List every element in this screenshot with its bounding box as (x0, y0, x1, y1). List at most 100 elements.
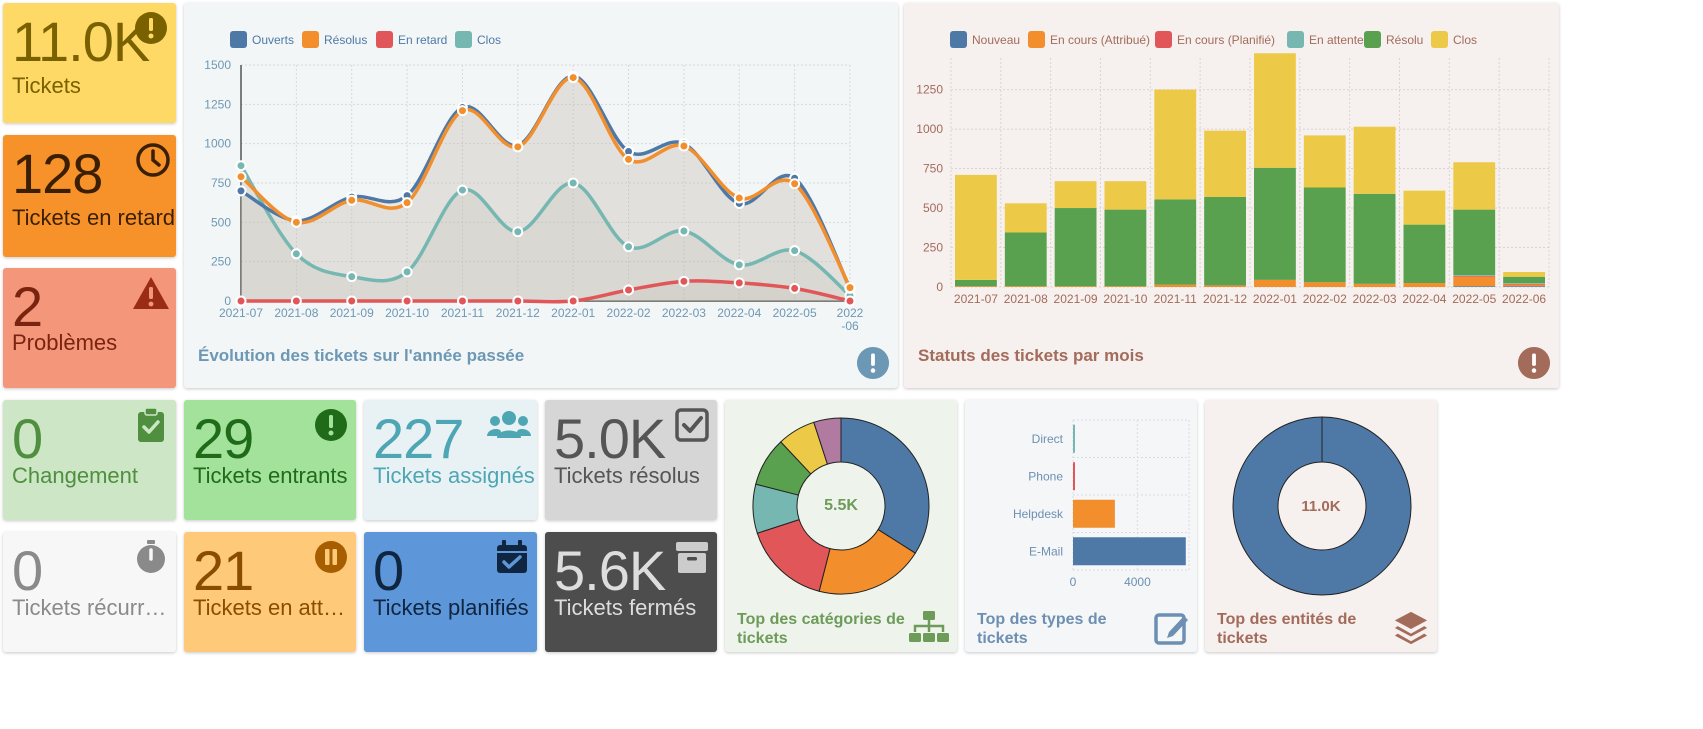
x-tick-label: 2022-02 (1303, 292, 1347, 306)
bar-segment (1303, 187, 1346, 283)
bar-segment (1453, 275, 1496, 277)
data-point (733, 277, 745, 289)
y-tick-label: 1000 (916, 122, 943, 136)
y-tick-label: 1250 (916, 83, 943, 97)
exclamation-circle-icon[interactable] (1517, 346, 1551, 380)
data-point (678, 275, 690, 287)
bar-segment (1104, 181, 1147, 210)
kpi-card-planned-tickets[interactable]: 0 Tickets planifiés (364, 532, 537, 652)
kpi-card-late-tickets[interactable]: 128 Tickets en retard (3, 135, 176, 257)
bar-segment (1403, 283, 1446, 287)
bar-segment (1204, 196, 1246, 286)
line-chart-plot: 02505007501000125015002021-07 2021-08 2021… (204, 58, 863, 333)
sitemap-icon[interactable] (909, 610, 949, 646)
kpi-value: 0 (12, 407, 43, 470)
chart-title: Évolution des tickets sur l'année passée (198, 346, 525, 365)
data-point (401, 295, 413, 307)
kpi-value: 11.0K (12, 10, 150, 73)
bar-segment (1054, 286, 1097, 287)
kpi-value: 21 (193, 539, 254, 602)
bar-segment (1154, 284, 1197, 287)
kpi-value: 5.0K (554, 407, 666, 470)
kpi-card-assigned-tickets[interactable]: 227 Tickets assignés (364, 400, 537, 520)
bar-segment (955, 174, 997, 280)
top-categories-card: 5.5K Top des catégories de tickets (725, 400, 957, 652)
bar-segment (1453, 162, 1496, 210)
bar-segment (1004, 203, 1047, 233)
data-point (290, 248, 302, 260)
bar-segment (1503, 276, 1545, 284)
chart-title: Top des types de tickets (977, 611, 1107, 647)
bar-segment (1353, 193, 1396, 284)
kpi-label: Tickets résolus (554, 463, 700, 488)
clipboard-check-icon (138, 407, 164, 442)
bar-segment (1054, 181, 1097, 209)
kpi-card-recurrent-tickets[interactable]: 0 Tickets récurre… (3, 532, 176, 652)
data-point (346, 295, 358, 307)
kpi-card-tickets[interactable]: 11.0K Tickets (3, 3, 176, 123)
donut-center-value: 11.0K (1301, 498, 1341, 515)
clock-icon (136, 143, 170, 177)
data-point (456, 105, 468, 117)
bar-segment (1104, 286, 1147, 287)
data-point (623, 153, 635, 165)
y-tick-label: E-Mail (1029, 544, 1063, 558)
data-point (235, 160, 247, 172)
bar-segment (1453, 209, 1496, 276)
bar-segment (1054, 208, 1097, 287)
kpi-label: Tickets en retard (12, 205, 176, 230)
archive-icon (676, 542, 708, 573)
bar-segment (1303, 135, 1346, 188)
tickets-evolution-chart: Ouverts Résolus En retard Clos 0 250 500 75… (184, 3, 898, 388)
data-point (789, 245, 801, 257)
data-point (678, 225, 690, 237)
kpi-card-changes[interactable]: 0 Changement (3, 400, 176, 520)
kpi-label: Tickets planifiés (373, 595, 529, 620)
kpi-card-pending-tickets[interactable]: 21 Tickets en atte… (184, 532, 356, 652)
data-point (567, 295, 579, 307)
bar-segment (1453, 275, 1496, 276)
y-tick-label: 1500 (204, 58, 231, 72)
kpi-card-solved-tickets[interactable]: 5.0K Tickets résolus (545, 400, 717, 520)
data-point (567, 177, 579, 189)
data-point (678, 140, 690, 152)
x-tick-label: 2021-09 (330, 306, 374, 320)
kpi-value: 227 (373, 407, 464, 470)
data-point (346, 271, 358, 283)
x-tick-label: 2022-02 (607, 306, 651, 320)
data-point (623, 241, 635, 253)
kpi-label: Tickets fermés (554, 595, 697, 620)
bar-segment (1254, 279, 1296, 287)
x-tick-label: 2021-12 (1203, 292, 1247, 306)
bar-segment (1303, 282, 1346, 287)
bar-segment (1004, 232, 1047, 287)
kpi-label: Problèmes (12, 330, 118, 355)
bar (1073, 424, 1075, 453)
y-tick-label: 1000 (204, 137, 231, 151)
data-point (733, 192, 745, 204)
data-point (623, 284, 635, 296)
kpi-card-closed-tickets[interactable]: 5.6K Tickets fermés (545, 532, 717, 652)
kpi-label: Tickets en atte… (193, 595, 355, 620)
y-tick-label: Phone (1028, 469, 1063, 483)
exclamation-circle-icon[interactable] (856, 346, 890, 380)
bar (1073, 499, 1115, 528)
tickets-status-chart: Nouveau En cours (Attribué) En cours (Pl… (904, 3, 1559, 388)
bar-segment (1353, 283, 1396, 287)
bar-segment (1254, 53, 1296, 168)
exclamation-circle-icon (135, 12, 167, 44)
bar-segment (955, 286, 997, 287)
kpi-card-incoming-tickets[interactable]: 29 Tickets entrants (184, 400, 356, 520)
edit-icon[interactable] (1153, 608, 1191, 646)
kpi-value: 128 (12, 142, 103, 205)
layers-icon[interactable] (1393, 610, 1429, 646)
kpi-value: 5.6K (554, 539, 666, 602)
bar-segment (1503, 283, 1545, 285)
types-bar-chart: Direct Phone Helpdesk E-Mail 0 4000 (1013, 419, 1190, 589)
exclamation-circle-icon (315, 409, 347, 441)
kpi-card-problems[interactable]: 2 Problèmes (3, 268, 176, 388)
check-square-icon (675, 408, 709, 442)
y-tick-label: 250 (211, 255, 231, 269)
data-point (346, 194, 358, 206)
y-tick-label: 1250 (204, 97, 231, 111)
